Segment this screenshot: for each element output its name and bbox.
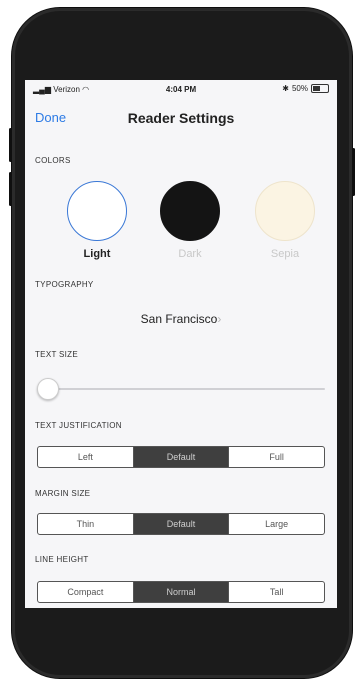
- justification-section-label: TEXT JUSTIFICATION: [35, 421, 122, 430]
- bluetooth-icon: ✱: [282, 84, 289, 93]
- font-name: San Francisco: [140, 312, 218, 326]
- line-height-option-tall[interactable]: Tall: [229, 582, 324, 602]
- battery-icon: [311, 84, 329, 93]
- margin-option-default[interactable]: Default: [133, 514, 230, 534]
- chevron-right-icon: ›: [217, 312, 222, 326]
- color-swatch-light[interactable]: [67, 181, 127, 241]
- battery-percent: 50%: [291, 84, 308, 93]
- color-swatch-label-light: Light: [83, 248, 111, 260]
- margin-option-large[interactable]: Large: [229, 514, 324, 534]
- screen: ▂▄▆ Verizon ◠ 4:04 PM ✱ 50% Done Reader …: [25, 80, 337, 608]
- justification-option-full[interactable]: Full: [229, 447, 324, 467]
- color-swatch-dark[interactable]: [160, 181, 220, 241]
- margin-section-label: MARGIN SIZE: [35, 489, 91, 498]
- status-bar: ▂▄▆ Verizon ◠ 4:04 PM ✱ 50%: [25, 80, 337, 98]
- color-swatch-sepia[interactable]: [255, 181, 315, 241]
- battery-indicator: ✱ 50%: [282, 84, 329, 93]
- typography-section-label: TYPOGRAPHY: [35, 280, 94, 289]
- font-selector[interactable]: San Francisco›: [25, 312, 337, 326]
- justification-option-left[interactable]: Left: [38, 447, 134, 467]
- volume-up-button: [9, 128, 12, 162]
- line-height-option-normal[interactable]: Normal: [133, 582, 230, 602]
- volume-down-button: [9, 172, 12, 206]
- color-swatch-label-dark: Dark: [178, 248, 202, 260]
- navigation-bar: Done Reader Settings: [25, 102, 337, 132]
- color-swatch-label-sepia: Sepia: [270, 248, 300, 260]
- power-button: [352, 148, 355, 196]
- margin-option-thin[interactable]: Thin: [38, 514, 134, 534]
- page-title: Reader Settings: [127, 110, 235, 126]
- text-size-slider-thumb[interactable]: [36, 378, 59, 400]
- justification-segmented-control: Left Default Full: [37, 446, 325, 468]
- colors-section-label: COLORS: [35, 156, 71, 165]
- text-size-slider-track[interactable]: [41, 388, 325, 390]
- margin-segmented-control: Thin Default Large: [37, 513, 325, 535]
- text-size-section-label: TEXT SIZE: [35, 350, 79, 359]
- justification-option-default[interactable]: Default: [133, 447, 230, 467]
- line-height-segmented-control: Compact Normal Tall: [37, 581, 325, 603]
- line-height-option-compact[interactable]: Compact: [38, 582, 134, 602]
- line-height-section-label: LINE HEIGHT: [35, 555, 89, 564]
